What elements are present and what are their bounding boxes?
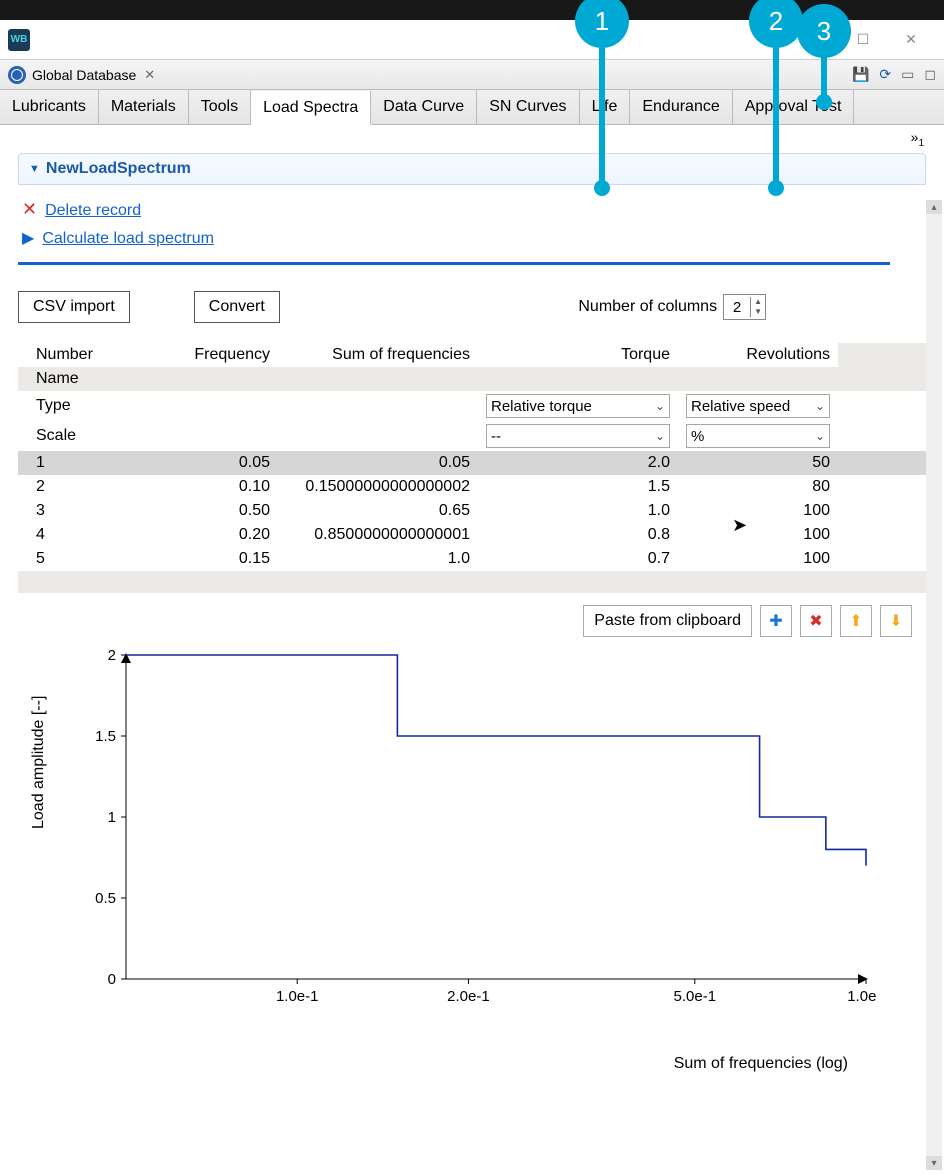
load-amplitude-chart: Load amplitude [--] 00.511.521.0e-12.0e-… — [38, 649, 888, 1069]
tab-endurance[interactable]: Endurance — [630, 90, 732, 124]
table-row[interactable]: 20.100.150000000000000021.580 — [18, 475, 926, 499]
tab-sn-curves[interactable]: SN Curves — [477, 90, 579, 124]
svg-text:0: 0 — [108, 971, 116, 988]
minimize-pane-icon[interactable]: ▭ — [901, 66, 914, 83]
svg-text:1.0e-1: 1.0e-1 — [276, 988, 319, 1005]
panel-title: NewLoadSpectrum — [46, 160, 191, 178]
tab-materials[interactable]: Materials — [99, 90, 189, 124]
calculate-play-icon: ▶ — [22, 230, 34, 247]
annotation-3-line — [821, 56, 827, 96]
annotation-2-line — [773, 48, 779, 182]
tab-approval-test[interactable]: Approval Test — [733, 90, 855, 124]
col-number: Number — [18, 343, 108, 367]
delete-x-icon: ✕ — [22, 199, 37, 219]
table-row[interactable]: 10.050.052.050 — [18, 451, 926, 475]
number-of-columns-input[interactable] — [724, 299, 750, 316]
tab-data-curve[interactable]: Data Curve — [371, 90, 477, 124]
tab-strip: LubricantsMaterialsToolsLoad SpectraData… — [0, 90, 944, 125]
collapse-caret-icon: ▼ — [29, 163, 40, 175]
annotation-1-line — [599, 48, 605, 182]
annotation-1-ball — [594, 180, 610, 196]
blue-divider — [18, 262, 890, 265]
torque-scale-select[interactable]: --⌄ — [486, 424, 670, 448]
svg-text:5.0e-1: 5.0e-1 — [674, 988, 717, 1005]
paste-from-clipboard-button[interactable]: Paste from clipboard — [583, 605, 752, 637]
tab-load-spectra[interactable]: Load Spectra — [251, 91, 371, 125]
table-row[interactable]: 50.151.00.7100 — [18, 547, 926, 571]
svg-text:0.5: 0.5 — [95, 890, 116, 907]
chart-x-axis-label: Sum of frequencies (log) — [674, 1055, 848, 1073]
close-window-button[interactable]: ✕ — [902, 31, 920, 49]
load-spectrum-table: Number Frequency Sum of frequencies Torq… — [18, 343, 926, 593]
tab-header-bar: Global Database ✕ 💾 ⟳ ▭ ◻ — [0, 60, 944, 90]
scroll-down-icon[interactable]: ▾ — [926, 1156, 942, 1170]
annotation-3-ball — [816, 94, 832, 110]
vertical-scrollbar[interactable]: ▴ ▾ — [926, 200, 942, 1170]
chart-svg: 0 0.5 1 1.5 2 1.0e-1 2.0e-1 5.0e-1 1.0e0 — [86, 649, 876, 1029]
refresh-icon[interactable]: ⟳ — [879, 66, 891, 83]
globe-icon — [8, 66, 26, 84]
col-revolutions: Revolutions — [678, 343, 838, 367]
row-scale-label: Scale — [18, 421, 108, 451]
spinner-up-icon[interactable]: ▲ — [751, 297, 765, 307]
row-name-label: Name — [18, 367, 108, 391]
tab-lubricants[interactable]: Lubricants — [0, 90, 99, 124]
maximize-button[interactable]: ☐ — [854, 31, 872, 49]
delete-record-link[interactable]: Delete record — [45, 202, 141, 220]
csv-import-button[interactable]: CSV import — [18, 291, 130, 323]
annotation-3: 3 — [797, 4, 851, 58]
col-torque: Torque — [478, 343, 678, 367]
svg-text:1.0e0: 1.0e0 — [847, 988, 876, 1005]
row-type-label: Type — [18, 391, 108, 421]
spinner-down-icon[interactable]: ▼ — [751, 307, 765, 317]
mouse-cursor-icon: ➤ — [732, 515, 747, 536]
move-up-button[interactable]: ⬆ — [840, 605, 872, 637]
save-icon[interactable]: 💾 — [852, 66, 869, 83]
scroll-up-icon[interactable]: ▴ — [926, 200, 942, 214]
tab-tools[interactable]: Tools — [189, 90, 251, 124]
move-down-button[interactable]: ⬇ — [880, 605, 912, 637]
revolutions-scale-select[interactable]: %⌄ — [686, 424, 830, 448]
svg-text:2: 2 — [108, 649, 116, 664]
overflow-indicator[interactable]: »1 — [0, 125, 944, 143]
chart-y-axis-label: Load amplitude [--] — [30, 696, 48, 829]
convert-button[interactable]: Convert — [194, 291, 280, 323]
svg-text:1: 1 — [108, 809, 116, 826]
close-tab-icon[interactable]: ✕ — [144, 67, 155, 83]
restore-pane-icon[interactable]: ◻ — [924, 66, 936, 83]
chevron-down-icon: ⌄ — [815, 429, 825, 443]
svg-text:2.0e-1: 2.0e-1 — [447, 988, 490, 1005]
revolutions-type-select[interactable]: Relative speed⌄ — [686, 394, 830, 418]
chevron-down-icon: ⌄ — [655, 399, 665, 413]
app-icon: WB — [8, 29, 30, 51]
number-of-columns-spinner[interactable]: ▲▼ — [723, 294, 766, 320]
calculate-link[interactable]: Calculate load spectrum — [42, 230, 214, 248]
chevron-down-icon: ⌄ — [815, 399, 825, 413]
torque-type-select[interactable]: Relative torque⌄ — [486, 394, 670, 418]
table-row[interactable]: 40.200.85000000000000010.8100 — [18, 523, 926, 547]
panel-header[interactable]: ▼ NewLoadSpectrum — [18, 153, 926, 185]
table-row[interactable]: 30.500.651.0100 — [18, 499, 926, 523]
delete-row-button[interactable]: ✖ — [800, 605, 832, 637]
col-sum: Sum of frequencies — [278, 343, 478, 367]
chevron-down-icon: ⌄ — [655, 429, 665, 443]
annotation-2-ball — [768, 180, 784, 196]
number-of-columns-label: Number of columns — [578, 298, 717, 316]
svg-text:1.5: 1.5 — [95, 728, 116, 745]
header-title: Global Database — [32, 67, 136, 83]
add-row-button[interactable]: ✚ — [760, 605, 792, 637]
col-frequency: Frequency — [108, 343, 278, 367]
